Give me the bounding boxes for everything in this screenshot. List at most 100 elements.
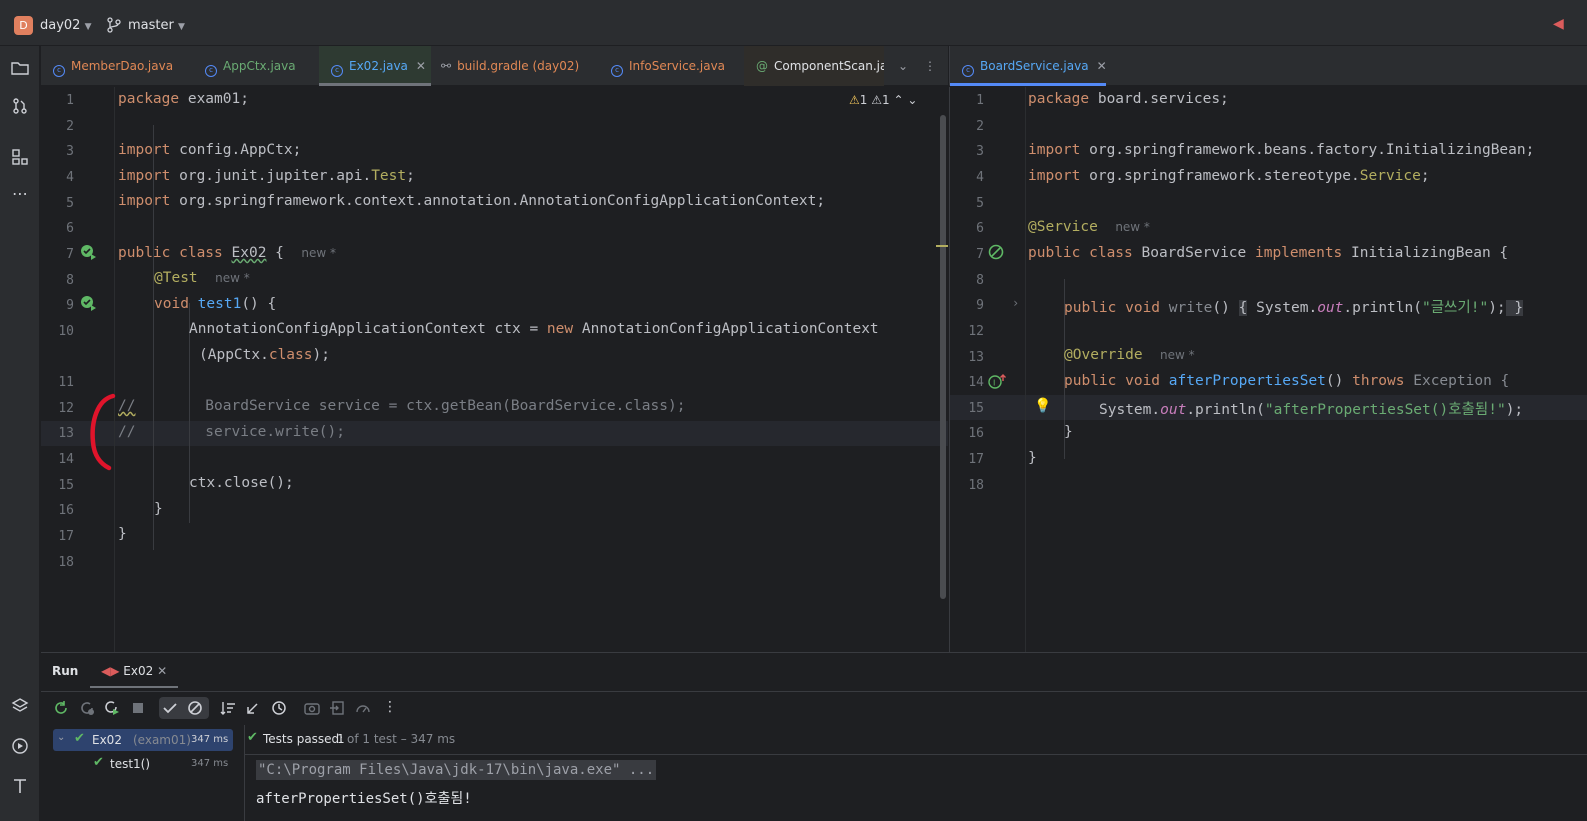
close-icon[interactable]: ✕ [1097, 59, 1106, 73]
line-number[interactable]: 3 [34, 144, 74, 159]
class-icon: c [53, 65, 65, 77]
line-number[interactable]: 6 [34, 221, 74, 236]
right-editor[interactable]: 1 2 3 4 5 6 7 8 9 12 13 14 15 16 17 18 package board.se… [949, 87, 1587, 652]
rerun-icon[interactable] [52, 699, 70, 717]
more-options-icon[interactable]: ⋮ [381, 699, 399, 717]
project-selector[interactable]: day02 ▼ [40, 18, 92, 33]
line-number[interactable]: 1 [944, 93, 984, 108]
layers-icon[interactable] [10, 696, 30, 716]
tab-list-chevron-icon[interactable]: ⌄ [898, 46, 914, 86]
terminal-icon[interactable] [10, 776, 30, 796]
sort-icon[interactable] [219, 699, 237, 717]
line-number[interactable]: 7 [34, 247, 74, 262]
line-number[interactable]: 15 [34, 478, 74, 493]
line-number[interactable]: 10 [34, 324, 74, 339]
next-highlight-icon[interactable]: ⌄ [907, 93, 917, 107]
project-folder-icon[interactable] [10, 58, 30, 78]
line-number[interactable]: 8 [944, 273, 984, 288]
line-number[interactable]: 14 [34, 452, 74, 467]
import-tests-icon[interactable] [329, 699, 347, 717]
tab-ex02[interactable]: c Ex02.java ✕ [319, 46, 431, 86]
structure-icon[interactable] [10, 147, 30, 167]
close-icon[interactable]: ✕ [157, 664, 167, 678]
tab-build-gradle[interactable]: ⚯ build.gradle (day02) [441, 46, 601, 86]
line-number[interactable]: 9 [34, 298, 74, 313]
spring-bean-icon[interactable] [988, 244, 1006, 262]
line-number[interactable]: 8 [34, 273, 74, 288]
tab-memberdao[interactable]: c MemberDao.java [53, 46, 193, 86]
code-vision-hint[interactable]: new * [301, 246, 336, 260]
line-number[interactable]: 18 [34, 555, 74, 570]
line-number[interactable]: 4 [34, 170, 74, 185]
line-number[interactable]: 15 [944, 401, 984, 416]
left-editor[interactable]: 1 2 3 4 5 6 7 8 9 10 11 12 13 14 15 16 17 18 package exam… [41, 87, 948, 652]
line-number[interactable]: 11 [34, 375, 74, 390]
code-text: .println( [1343, 300, 1422, 316]
status-label: Tests passed: [263, 732, 344, 746]
console-output[interactable]: ✔ Tests passed: 1 of 1 test – 347 ms "C:… [244, 725, 1587, 821]
line-number[interactable]: 17 [944, 452, 984, 467]
code-text: ); [1488, 300, 1506, 316]
rerun-failed-icon[interactable] [78, 699, 96, 717]
tab-appctx[interactable]: c AppCtx.java [205, 46, 325, 86]
implements-method-icon[interactable]: I [988, 373, 1008, 389]
line-number[interactable]: 1 [34, 93, 74, 108]
collapse-all-icon[interactable] [244, 699, 262, 717]
code-vision-hint[interactable]: new * [1115, 220, 1150, 234]
prev-highlight-icon[interactable]: ⌃ [893, 93, 903, 107]
line-number[interactable]: 12 [944, 324, 984, 339]
tab-label: build.gradle (day02) [457, 59, 580, 73]
branch-selector[interactable]: master ▼ [128, 18, 185, 33]
project-badge[interactable]: D [14, 16, 33, 35]
line-number[interactable]: 3 [944, 144, 984, 159]
code-vision-hint[interactable]: new * [215, 271, 250, 285]
line-number[interactable]: 6 [944, 221, 984, 236]
more-tools-icon[interactable]: ⋯ [10, 184, 30, 204]
line-number[interactable]: 7 [944, 247, 984, 262]
tree-row-test1[interactable]: ✔ test1() 347 ms [53, 753, 233, 775]
run-test-passed-icon[interactable] [80, 244, 98, 262]
show-ignored-icon[interactable] [186, 699, 204, 717]
line-number[interactable]: 4 [944, 170, 984, 185]
line-number[interactable]: 5 [944, 196, 984, 211]
services-icon[interactable] [10, 736, 30, 756]
line-number[interactable]: 14 [944, 375, 984, 390]
close-icon[interactable]: ✕ [416, 59, 426, 73]
line-number[interactable]: 16 [34, 503, 74, 518]
test-history-icon[interactable] [270, 699, 288, 717]
right-editor-tabs: c BoardService.java ✕ [949, 46, 1587, 86]
code-keyword: import [118, 168, 171, 184]
line-number[interactable]: 17 [34, 529, 74, 544]
run-status-icon[interactable]: ◀ [1553, 16, 1564, 32]
tree-row-ex02[interactable]: ⌄ ✔ Ex02 (exam01) 347 ms [53, 729, 233, 751]
run-config-icon: ◀▶ [101, 664, 120, 678]
line-number[interactable]: 18 [944, 478, 984, 493]
show-passed-icon[interactable] [161, 699, 179, 717]
inspection-widget[interactable]: ⚠1 ⚠1 ⌃ ⌄ [849, 93, 917, 107]
expand-fold-icon[interactable]: › [1012, 296, 1019, 310]
line-number[interactable]: 5 [34, 196, 74, 211]
run-tab-ex02[interactable]: ◀▶ Ex02 ✕ [101, 664, 167, 678]
line-number[interactable]: 9 [944, 298, 984, 313]
code-vision-hint[interactable]: new * [1160, 348, 1195, 362]
tab-more-icon[interactable]: ⋮ [924, 46, 940, 86]
line-number[interactable]: 16 [944, 426, 984, 441]
line-number[interactable]: 12 [34, 401, 74, 416]
tab-boardservice[interactable]: c BoardService.java ✕ [950, 46, 1106, 86]
tab-componentscan[interactable]: @ ComponentScan.java [744, 46, 884, 86]
console-command-line[interactable]: "C:\Program Files\Java\jdk-17\bin\java.e… [256, 760, 657, 780]
line-number[interactable]: 2 [34, 119, 74, 134]
toggle-auto-test-icon[interactable] [103, 699, 121, 717]
line-number[interactable]: 13 [944, 350, 984, 365]
lightbulb-icon[interactable]: 💡 [1034, 398, 1051, 414]
stop-icon[interactable] [129, 699, 147, 717]
screenshot-icon[interactable] [303, 699, 321, 717]
commit-icon[interactable] [10, 96, 30, 116]
coverage-icon[interactable] [354, 699, 372, 717]
tab-infoservice[interactable]: c InfoService.java [611, 46, 741, 86]
line-number[interactable]: 13 [34, 426, 74, 441]
folded-brace[interactable]: } [1505, 300, 1524, 316]
run-test-passed-icon[interactable] [80, 295, 98, 313]
line-number[interactable]: 2 [944, 119, 984, 134]
